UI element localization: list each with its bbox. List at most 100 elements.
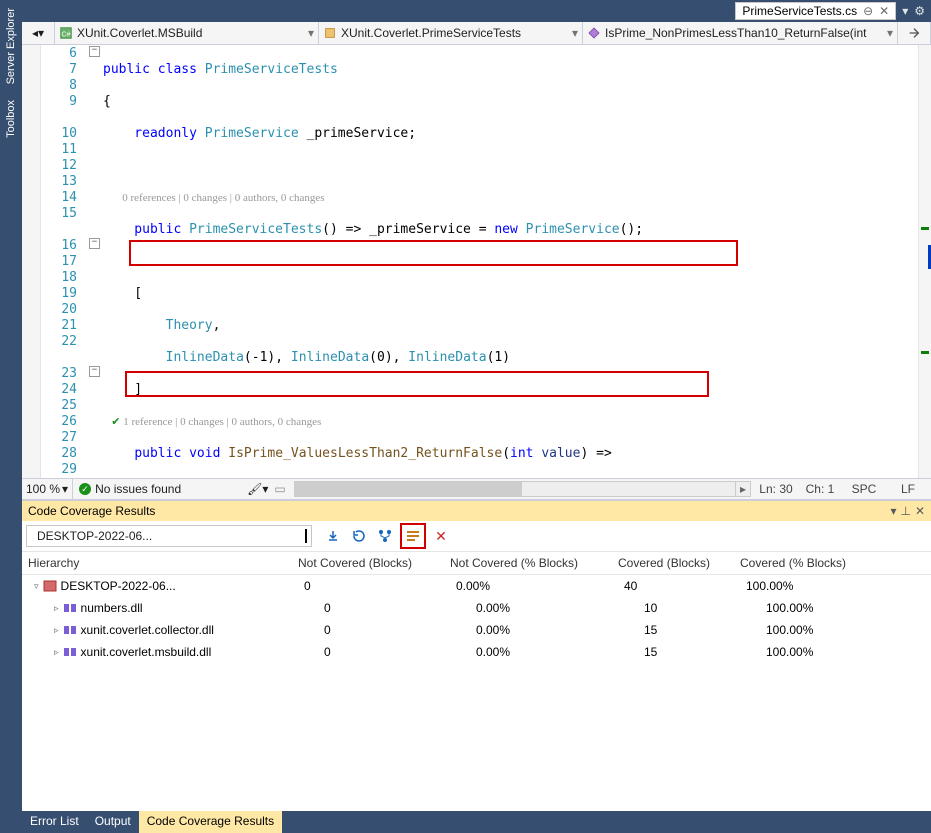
line-number: 6 xyxy=(41,46,85,62)
indent-mode[interactable]: SPC xyxy=(847,482,881,496)
outlining-margin[interactable]: − − − xyxy=(85,45,103,478)
panel-titlebar-coverage[interactable]: Code Coverage Results ▾ ⊥ ✕ xyxy=(22,501,931,521)
side-tool-tabs: Server Explorer Toolbox xyxy=(0,0,22,833)
export-icon xyxy=(351,528,367,544)
coverage-row[interactable]: ▹xunit.coverlet.msbuild.dll00.00%15100.0… xyxy=(22,641,931,663)
col-notcovered-blocks[interactable]: Not Covered (Blocks) xyxy=(292,552,444,574)
merge-icon xyxy=(377,528,393,544)
window-position-icon[interactable]: ▾ xyxy=(890,504,896,518)
coverage-columns-header[interactable]: Hierarchy Not Covered (Blocks) Not Cover… xyxy=(22,552,931,575)
line-number: 24 xyxy=(41,382,85,398)
navigation-bar: ◂▾ C# XUnit.Coverlet.MSBuild ▾ XUnit.Cov… xyxy=(22,22,931,45)
col-hierarchy[interactable]: Hierarchy xyxy=(22,552,292,574)
editor-status-bar: 100 %▾ ✓No issues found 🖌▾ ▭ ◂ ▸ Ln: 30 … xyxy=(22,478,931,499)
show-coverage-coloring-button[interactable] xyxy=(400,523,426,549)
nav-class-dropdown[interactable]: XUnit.Coverlet.PrimeServiceTests ▾ xyxy=(319,22,583,44)
close-icon[interactable]: ✕ xyxy=(915,504,925,518)
zoom-selector[interactable]: 100 %▾ xyxy=(22,479,73,499)
coverage-row-name: xunit.coverlet.msbuild.dll xyxy=(81,645,212,659)
line-number: 16 xyxy=(41,238,85,254)
nav-member-dropdown[interactable]: IsPrime_NonPrimesLessThan10_ReturnFalse(… xyxy=(583,22,898,44)
brush-icon[interactable]: 🖌▾ xyxy=(247,482,268,496)
line-indicator[interactable]: Ln: 30 xyxy=(759,482,793,496)
outline-toggle[interactable]: − xyxy=(89,46,100,57)
coverage-cell: 10 xyxy=(638,597,760,619)
document-tab-primeservicetests[interactable]: PrimeServiceTests.cs ⊖ ✕ xyxy=(735,2,896,20)
expand-icon[interactable]: ▹ xyxy=(54,603,59,614)
scrollbar-thumb[interactable] xyxy=(295,482,523,496)
line-number: 20 xyxy=(41,302,85,318)
line-number: 11 xyxy=(41,142,85,158)
coverage-cell: 0 xyxy=(318,641,470,663)
split-icon xyxy=(907,26,921,40)
coloring-icon xyxy=(405,528,421,544)
gear-icon[interactable]: ⚙ xyxy=(914,4,925,18)
line-number: 23 xyxy=(41,366,85,382)
coverage-row[interactable]: ▿DESKTOP-2022-06...00.00%40100.00% xyxy=(22,575,931,597)
line-number: 8 xyxy=(41,78,85,94)
char-indicator[interactable]: Ch: 1 xyxy=(803,482,837,496)
col-covered-pct[interactable]: Covered (% Blocks) xyxy=(734,552,931,574)
chevron-down-icon: ▾ xyxy=(572,26,578,40)
delete-icon: ✕ xyxy=(435,528,447,545)
line-number xyxy=(41,222,85,238)
coverage-row-name: DESKTOP-2022-06... xyxy=(61,579,176,593)
tab-error-list[interactable]: Error List xyxy=(22,811,87,833)
server-explorer-tab[interactable]: Server Explorer xyxy=(2,0,20,92)
line-number: 21 xyxy=(41,318,85,334)
autohide-icon[interactable]: ⊥ xyxy=(900,504,910,518)
chevron-down-icon: ▾ xyxy=(308,26,314,40)
coverage-cell: 100.00% xyxy=(740,575,931,597)
coverage-results-dropdown[interactable]: DESKTOP-2022-06... xyxy=(26,525,312,547)
expand-icon[interactable]: ▹ xyxy=(54,625,59,636)
close-icon[interactable]: ✕ xyxy=(879,4,889,18)
col-covered-blocks[interactable]: Covered (Blocks) xyxy=(612,552,734,574)
export-results-button[interactable] xyxy=(348,525,370,547)
indicator-margin xyxy=(22,45,41,478)
check-icon: ✓ xyxy=(79,483,91,495)
coverage-row[interactable]: ▹numbers.dll00.00%10100.00% xyxy=(22,597,931,619)
pin-icon[interactable]: ⊖ xyxy=(863,4,873,18)
module-icon xyxy=(63,602,77,614)
module-icon xyxy=(63,646,77,658)
eol-mode[interactable]: LF xyxy=(891,482,925,496)
document-tab-well: PrimeServiceTests.cs ⊖ ✕ ▾ ⚙ xyxy=(22,0,931,22)
indent-icon[interactable]: ▭ xyxy=(274,482,285,496)
horizontal-scrollbar[interactable]: ◂ ▸ xyxy=(294,481,751,497)
error-indicator[interactable]: ✓No issues found xyxy=(73,482,187,496)
expand-icon[interactable]: ▿ xyxy=(34,581,39,592)
coverage-tree[interactable]: ▿DESKTOP-2022-06...00.00%40100.00%▹numbe… xyxy=(22,575,931,811)
overview-ruler[interactable] xyxy=(918,45,931,478)
line-number: 10 xyxy=(41,126,85,142)
active-files-dropdown-icon[interactable]: ▾ xyxy=(902,4,908,18)
code-text[interactable]: public class PrimeServiceTests { readonl… xyxy=(103,45,918,478)
line-number xyxy=(41,350,85,366)
outline-toggle[interactable]: − xyxy=(89,238,100,249)
scroll-right-icon[interactable]: ▸ xyxy=(735,482,750,496)
col-notcovered-pct[interactable]: Not Covered (% Blocks) xyxy=(444,552,612,574)
split-view-button[interactable] xyxy=(898,22,931,44)
toolbox-tab[interactable]: Toolbox xyxy=(2,92,20,146)
coverage-row[interactable]: ▹xunit.coverlet.collector.dll00.00%15100… xyxy=(22,619,931,641)
import-results-button[interactable] xyxy=(322,525,344,547)
expand-icon[interactable]: ▹ xyxy=(54,647,59,658)
outline-toggle[interactable]: − xyxy=(89,366,100,377)
coverage-cell: 15 xyxy=(638,619,760,641)
document-tab-label: PrimeServiceTests.cs xyxy=(742,4,857,18)
nav-scope-dropdown[interactable]: C# XUnit.Coverlet.MSBuild ▾ xyxy=(55,22,319,44)
code-editor[interactable]: 6789101112131415161718192021222324252627… xyxy=(22,45,931,478)
tab-output[interactable]: Output xyxy=(87,811,139,833)
import-icon xyxy=(325,528,341,544)
merge-results-button[interactable] xyxy=(374,525,396,547)
line-number: 27 xyxy=(41,430,85,446)
tab-code-coverage[interactable]: Code Coverage Results xyxy=(139,811,282,833)
coverage-toolbar: DESKTOP-2022-06... ✕ xyxy=(22,521,931,552)
remove-button[interactable]: ✕ xyxy=(430,525,452,547)
class-icon xyxy=(323,26,337,40)
panel-title-label: Code Coverage Results xyxy=(28,504,155,518)
csproj-icon: C# xyxy=(59,26,73,40)
line-number: 29 xyxy=(41,462,85,478)
coverage-row-name: numbers.dll xyxy=(81,601,143,615)
nav-history-back[interactable]: ◂▾ xyxy=(22,22,55,44)
editor-tool-buttons: 🖌▾ ▭ xyxy=(247,482,286,496)
